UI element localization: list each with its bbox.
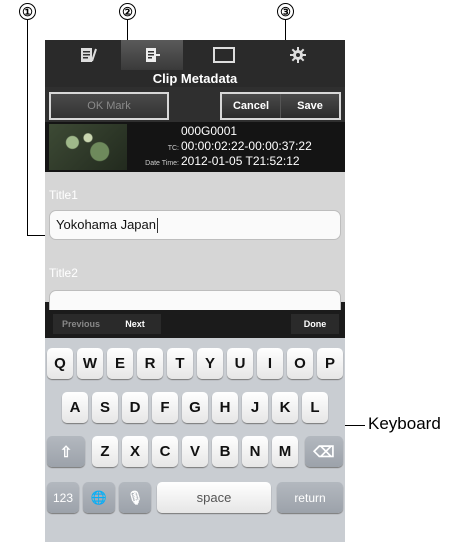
key-w[interactable]: W	[77, 348, 103, 379]
key-y[interactable]: Y	[197, 348, 223, 379]
callout-1-line-h	[27, 235, 47, 236]
key-a[interactable]: A	[62, 392, 88, 423]
shift-key[interactable]: ⇧	[47, 436, 85, 467]
keyboard-line	[345, 425, 365, 426]
globe-key[interactable]: 🌐	[83, 482, 115, 513]
key-p[interactable]: P	[317, 348, 343, 379]
keyboard-label: Keyboard	[368, 414, 441, 433]
delete-key[interactable]: ⌫	[305, 436, 343, 467]
clip-name-value: 000G0001	[181, 124, 238, 138]
key-j[interactable]: J	[242, 392, 268, 423]
key-u[interactable]: U	[227, 348, 253, 379]
key-l[interactable]: L	[302, 392, 328, 423]
tab-view[interactable]	[193, 40, 255, 70]
callout-2: ②	[119, 3, 136, 20]
key-v[interactable]: V	[182, 436, 208, 467]
save-button[interactable]: Save	[280, 94, 339, 118]
key-b[interactable]: B	[212, 436, 238, 467]
key-z[interactable]: Z	[92, 436, 118, 467]
key-g[interactable]: G	[182, 392, 208, 423]
tab-metadata[interactable]	[121, 40, 183, 70]
edit-icon	[81, 48, 97, 62]
document-icon	[146, 48, 160, 62]
space-key[interactable]: space	[157, 482, 271, 513]
cancel-save-group: Cancel Save	[220, 92, 341, 120]
page-title: Clip Metadata	[45, 70, 345, 87]
datetime-value: 2012-01-05 T21:52:12	[181, 154, 300, 168]
gear-icon	[290, 47, 306, 63]
cancel-button[interactable]: Cancel	[222, 94, 280, 118]
key-k[interactable]: K	[272, 392, 298, 423]
top-toolbar	[45, 40, 345, 70]
key-c[interactable]: C	[152, 436, 178, 467]
key-q[interactable]: Q	[47, 348, 73, 379]
clip-thumbnail	[49, 124, 127, 170]
callout-3: ③	[277, 3, 294, 20]
timecode-row: TC: 00:00:02:22-00:00:37:22	[133, 139, 312, 153]
datetime-key: Date Time:	[145, 160, 179, 167]
tab-edit[interactable]	[57, 40, 119, 70]
key-o[interactable]: O	[287, 348, 313, 379]
title-form: Title1 Yokohama Japan Title2	[45, 172, 345, 320]
callout-1: ①	[19, 3, 36, 20]
return-key[interactable]: return	[277, 482, 343, 513]
key-n[interactable]: N	[242, 436, 268, 467]
microphone-key[interactable]: 🎙	[119, 482, 151, 513]
tab-settings[interactable]	[267, 40, 329, 70]
key-d[interactable]: D	[122, 392, 148, 423]
timecode-value: 00:00:02:22-00:00:37:22	[181, 139, 312, 153]
done-button[interactable]: Done	[291, 314, 339, 334]
key-x[interactable]: X	[122, 436, 148, 467]
ok-mark-button[interactable]: OK Mark	[49, 92, 169, 120]
callout-1-line	[27, 20, 28, 235]
key-e[interactable]: E	[107, 348, 133, 379]
title1-label: Title1	[49, 188, 78, 202]
numbers-key[interactable]: 123	[47, 482, 79, 513]
text-caret	[157, 218, 158, 234]
clip-name-row: 000G0001	[133, 124, 237, 138]
timecode-key: TC:	[167, 145, 179, 152]
key-f[interactable]: F	[152, 392, 178, 423]
title2-label: Title2	[49, 266, 78, 280]
title1-input[interactable]: Yokohama Japan	[49, 210, 341, 240]
key-i[interactable]: I	[257, 348, 283, 379]
key-r[interactable]: R	[137, 348, 163, 379]
keyboard: Q W E R T Y U I O P A S D F G H J K L ⇧ …	[45, 338, 345, 542]
datetime-row: Date Time: 2012-01-05 T21:52:12	[133, 154, 300, 168]
next-button[interactable]: Next	[109, 314, 161, 334]
title1-value: Yokohama Japan	[56, 217, 156, 232]
key-s[interactable]: S	[92, 392, 118, 423]
phone-screen: Clip Metadata OK Mark Cancel Save 000G00…	[45, 40, 345, 542]
key-t[interactable]: T	[167, 348, 193, 379]
rectangle-icon	[213, 47, 235, 63]
key-m[interactable]: M	[272, 436, 298, 467]
previous-button[interactable]: Previous	[53, 314, 109, 334]
key-h[interactable]: H	[212, 392, 238, 423]
